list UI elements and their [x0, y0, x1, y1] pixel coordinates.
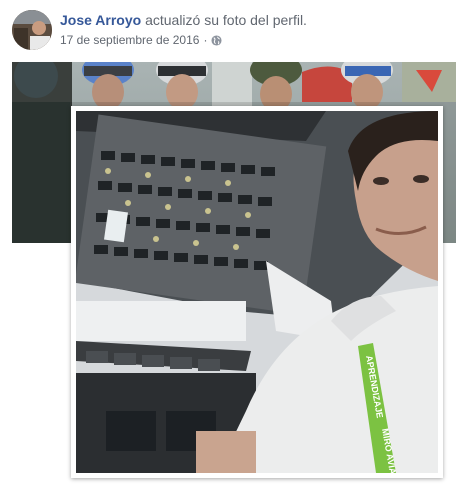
- header-text: Jose Arroyo actualizó su foto del perfil…: [60, 11, 450, 48]
- meta-separator: ·: [203, 33, 208, 47]
- author-avatar[interactable]: [12, 10, 52, 50]
- post-meta: 17 de septiembre de 2016 ·: [60, 32, 450, 48]
- post-action-text: actualizó su foto del perfil.: [145, 12, 307, 28]
- cockpit-selfie-image: APRENDIZAJE MIRO AVIA: [76, 111, 438, 473]
- avatar-image: [12, 10, 52, 50]
- post-timestamp[interactable]: 17 de septiembre de 2016: [60, 32, 199, 48]
- profile-photo-frame[interactable]: APRENDIZAJE MIRO AVIA: [71, 106, 443, 478]
- profile-photo: APRENDIZAJE MIRO AVIA: [76, 111, 438, 473]
- globe-icon[interactable]: [211, 34, 222, 46]
- post-headline: Jose Arroyo actualizó su foto del perfil…: [60, 11, 450, 29]
- post-header: Jose Arroyo actualizó su foto del perfil…: [0, 0, 456, 60]
- author-name-link[interactable]: Jose Arroyo: [60, 12, 141, 28]
